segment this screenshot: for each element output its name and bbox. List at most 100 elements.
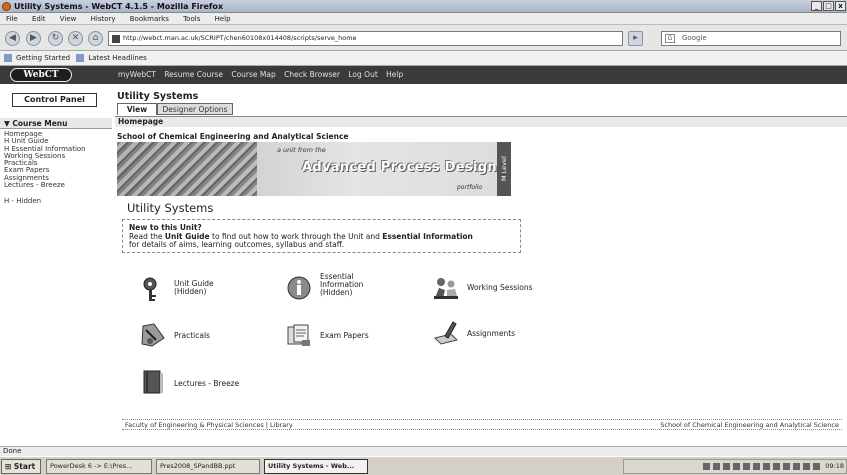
course-banner: a unit from the Advanced Process Design … [117,142,511,196]
course-menu-header[interactable]: ▼ Course Menu [0,118,112,129]
tab-designer-options[interactable]: Designer Options [157,103,233,115]
unit-guide-item[interactable]: Unit Guide (Hidden) [140,276,250,304]
menu-file[interactable]: File [6,13,18,25]
tray-icon[interactable] [763,462,771,470]
tray-icon[interactable] [803,462,811,470]
system-tray: 09:18 [623,459,847,474]
bookmark-getting-started[interactable]: Getting Started [16,54,70,62]
start-button[interactable]: ⊞ Start [1,459,41,474]
banner-portfolio: portfolio [457,184,483,191]
tray-icon[interactable] [723,462,731,470]
reload-icon[interactable]: ↻ [48,31,63,46]
link-check-browser[interactable]: Check Browser [284,70,340,79]
tab-view[interactable]: View [117,103,157,115]
home-icon[interactable]: ⌂ [88,31,103,46]
link-resume-course[interactable]: Resume Course [164,70,223,79]
task-powerdesk[interactable]: PowerDesk 6 -> E:\Pres... [46,459,152,474]
page-footer: Faculty of Engineering & Physical Scienc… [122,419,842,430]
exam-papers-item[interactable]: Exam Papers [286,322,396,350]
essential-information-label: Essential Information (Hidden) [320,273,363,297]
pen-writing-icon [434,321,458,345]
close-button[interactable]: x [835,1,846,11]
url-text: http://webct.man.ac.uk/SCRIPT/chen60108x… [123,34,357,42]
stop-icon[interactable]: ✕ [68,31,83,46]
breadcrumb: Homepage [115,116,847,127]
lectures-breeze-item[interactable]: Lectures - Breeze [140,369,260,397]
intro-box: New to this Unit? Read the Unit Guide to… [122,219,521,253]
menu-bookmarks[interactable]: Bookmarks [130,13,169,25]
menu-help[interactable]: Help [215,13,231,25]
minimize-button[interactable]: _ [811,1,822,11]
course-menu-label: Course Menu [12,119,68,128]
start-label: Start [13,462,36,471]
papers-icon [287,324,310,346]
book-icon [143,370,163,394]
url-bar[interactable]: http://webct.man.ac.uk/SCRIPT/chen60108x… [108,31,623,46]
hidden-legend: H - Hidden [4,197,42,205]
search-placeholder: Google [682,34,707,42]
tray-icon[interactable] [713,462,721,470]
site-favicon-icon [112,35,120,43]
essential-information-item[interactable]: Essential Information (Hidden) [286,273,406,302]
unit-guide-label: Unit Guide (Hidden) [174,280,214,296]
link-course-map[interactable]: Course Map [231,70,275,79]
link-help[interactable]: Help [386,70,403,79]
window-titlebar: Utility Systems - WebCT 4.1.5 - Mozilla … [0,0,847,13]
webct-toplinks: myWebCT Resume Course Course Map Check B… [118,66,409,84]
tray-icon[interactable] [783,462,791,470]
course-menu-list: Homepage H Unit Guide H Essential Inform… [0,130,112,189]
tray-icon[interactable] [753,462,761,470]
google-icon: G [665,34,675,43]
tray-icon[interactable] [793,462,801,470]
footer-links[interactable]: Faculty of Engineering & Physical Scienc… [125,420,293,431]
assignments-item[interactable]: Assignments [433,320,543,348]
window-title: Utility Systems - WebCT 4.1.5 - Mozilla … [14,2,224,11]
school-name: School of Chemical Engineering and Analy… [117,132,349,141]
menu-tools[interactable]: Tools [183,13,200,25]
task-powerpoint[interactable]: Pres2008_SPandBB.ppt [156,459,260,474]
rss-icon [76,54,85,62]
webct-logo[interactable]: WebCT [10,68,72,82]
tray-icon[interactable] [813,462,821,470]
go-icon[interactable]: ▸ [628,31,643,46]
bookmarks-toolbar: Getting Started Latest Headlines [0,51,847,66]
banner-level: M Level [497,142,511,196]
maximize-button[interactable]: □ [823,1,834,11]
tray-icon[interactable] [733,462,741,470]
sidebar-item-lectures-breeze[interactable]: Lectures - Breeze [0,181,112,189]
bookmark-latest-headlines[interactable]: Latest Headlines [88,54,146,62]
firefox-icon [2,2,11,11]
navigation-toolbar: ◀ ▶ ↻ ✕ ⌂ http://webct.man.ac.uk/SCRIPT/… [0,25,847,51]
tray-icon[interactable] [703,462,711,470]
menu-history[interactable]: History [91,13,116,25]
link-mywebct[interactable]: myWebCT [118,70,156,79]
working-sessions-label: Working Sessions [467,283,533,292]
menu-view[interactable]: View [60,13,77,25]
working-sessions-item[interactable]: Working Sessions [433,276,553,304]
back-icon[interactable]: ◀ [5,31,20,46]
exam-papers-label: Exam Papers [320,331,369,340]
flask-icon [141,323,165,347]
banner-photo [117,142,257,196]
forward-icon[interactable]: ▶ [26,31,41,46]
webct-header: WebCT myWebCT Resume Course Course Map C… [0,66,847,84]
status-bar: Done [0,446,847,456]
essential-hidden-text: (Hidden) [320,288,353,297]
page-title: Utility Systems [117,91,199,102]
practicals-label: Practicals [174,331,210,340]
tray-icon[interactable] [743,462,751,470]
intro-line-2: for details of aims, learning outcomes, … [129,240,345,250]
menu-edit[interactable]: Edit [32,13,46,25]
lectures-breeze-label: Lectures - Breeze [174,379,240,388]
search-input[interactable]: G Google [661,31,841,46]
assignments-label: Assignments [467,329,516,338]
task-firefox[interactable]: Utility Systems - Web... [264,459,368,474]
control-panel-button[interactable]: Control Panel [12,93,97,107]
tray-icon[interactable] [773,462,781,470]
info-icon [287,276,311,300]
banner-title: Advanced Process Design [302,160,497,175]
essential-information-link[interactable]: Essential Information [382,232,473,241]
link-log-out[interactable]: Log Out [348,70,377,79]
practicals-item[interactable]: Practicals [140,322,250,350]
menubar: File Edit View History Bookmarks Tools H… [0,13,847,25]
